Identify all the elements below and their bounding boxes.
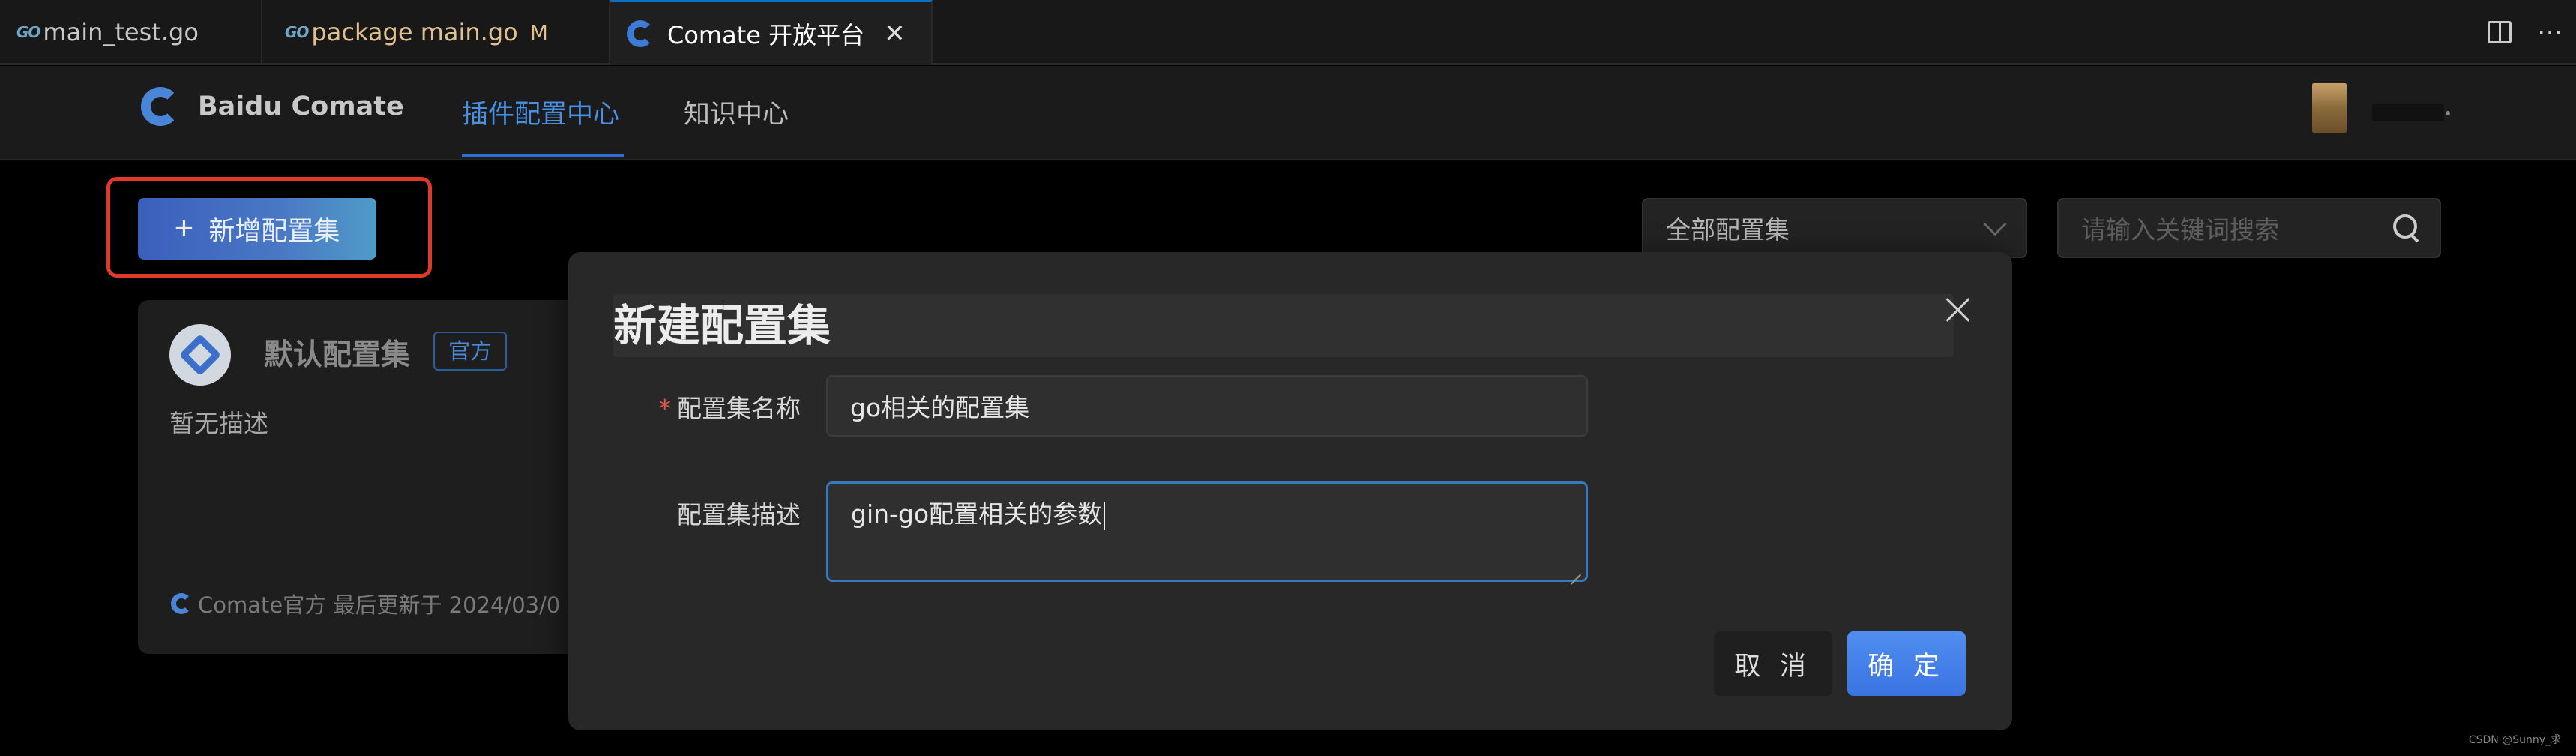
official-badge: 官方 [433, 332, 508, 370]
card-description: 暂无描述 [169, 409, 268, 438]
text-caret [1104, 501, 1106, 530]
dialog-title: 新建配置集 [613, 300, 831, 351]
config-set-desc-textarea[interactable]: gin-go配置相关的参数 [826, 482, 1588, 582]
card-title: 默认配置集 [264, 338, 411, 372]
search-icon[interactable] [2392, 213, 2422, 243]
tab-label: package main.go [311, 18, 518, 46]
add-config-set-button[interactable]: + 新增配置集 [138, 198, 376, 260]
config-set-name-input[interactable]: go相关的配置集 [826, 375, 1588, 436]
tab-label: Comate 开放平台 [667, 20, 865, 50]
cancel-button[interactable]: 取 消 [1714, 632, 1832, 696]
confirm-button[interactable]: 确 定 [1847, 632, 1966, 696]
go-icon: GO [16, 23, 40, 41]
config-set-card[interactable]: 默认配置集 官方 暂无描述 Comate官方 最后更新于 2024/03/0 [138, 300, 603, 654]
brand[interactable]: Baidu Comate [141, 87, 404, 126]
tab-comate-platform[interactable]: Comate 开放平台 ✕ [610, 0, 933, 64]
app-header: Baidu Comate 插件配置中心 知识中心 [0, 66, 2576, 160]
tab-main-test-go[interactable]: GO main_test.go [0, 0, 262, 64]
config-set-desc-label: 配置集描述 [677, 500, 801, 530]
config-set-name-label: * 配置集名称 [643, 388, 801, 424]
search-input[interactable]: 请输入关键词搜索 [2057, 198, 2441, 258]
chevron-down-icon [1983, 212, 2007, 236]
split-editor-icon[interactable] [2488, 14, 2515, 51]
search-placeholder: 请输入关键词搜索 [2081, 215, 2279, 244]
active-nav-indicator [462, 154, 624, 158]
name-input-value: go相关的配置集 [850, 393, 1030, 422]
comate-icon [627, 20, 654, 47]
comate-logo-icon [141, 87, 180, 126]
close-icon[interactable]: ✕ [884, 19, 906, 49]
comate-logo-icon [171, 593, 192, 614]
watermark: CSDN @Sunny_求 [2468, 734, 2561, 746]
filter-selected-value: 全部配置集 [1666, 215, 1790, 244]
required-mark: * [658, 394, 672, 423]
desc-input-value: gin-go配置相关的参数 [851, 500, 1103, 529]
nav-knowledge-center[interactable]: 知识中心 [684, 93, 789, 131]
config-set-icon [169, 324, 231, 386]
modified-indicator: M [529, 20, 548, 45]
close-icon[interactable] [1940, 291, 1976, 327]
user-name-redacted[interactable] [2372, 104, 2450, 122]
name-label-text: 配置集名称 [677, 394, 801, 423]
avatar[interactable] [2312, 82, 2347, 134]
go-icon: GO [285, 23, 309, 41]
tab-label: main_test.go [43, 18, 199, 46]
plus-icon: + [174, 210, 194, 247]
more-actions-icon[interactable]: ⋯ [2537, 14, 2563, 51]
editor-tab-bar: GO main_test.go GO package main.go M Com… [0, 0, 2576, 64]
brand-name: Baidu Comate [198, 92, 404, 122]
tab-package-main-go[interactable]: GO package main.go M [262, 0, 610, 64]
card-footer: Comate官方 最后更新于 2024/03/0 [171, 588, 591, 620]
nav-plugin-config-center[interactable]: 插件配置中心 [462, 93, 619, 131]
config-set-filter-select[interactable]: 全部配置集 [1642, 198, 2027, 258]
new-config-set-dialog: 新建配置集 * 配置集名称 go相关的配置集 配置集描述 gin-go配置相关的参… [568, 252, 2012, 730]
add-config-set-label: 新增配置集 [208, 216, 340, 246]
resize-handle-icon[interactable] [1568, 562, 1581, 575]
card-footer-text: Comate官方 最后更新于 2024/03/0 [198, 592, 561, 618]
